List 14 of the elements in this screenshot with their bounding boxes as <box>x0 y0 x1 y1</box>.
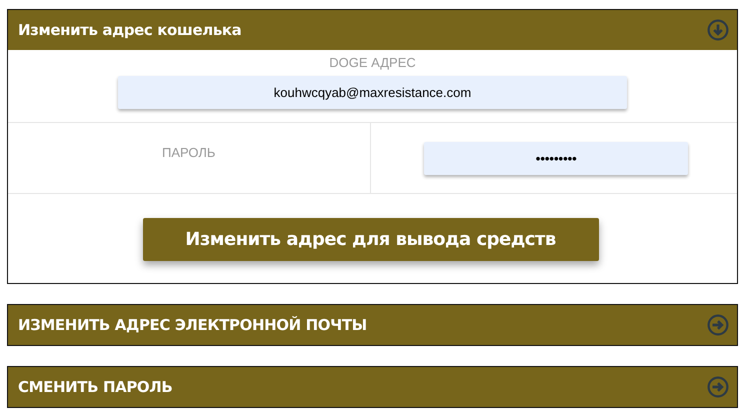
input-field[interactable]: kouhwcqyab@maxresistance.com <box>118 76 627 109</box>
password-field[interactable]: ••••••••• <box>424 142 688 174</box>
panel-header[interactable]: ИЗМЕНИТЬ АДРЕС ЭЛЕКТРОННОЙ ПОЧТЫ <box>8 305 737 345</box>
panel-header[interactable]: Изменить адрес кошелька <box>8 10 737 50</box>
field-label: DOGE АДРЕС <box>329 55 416 70</box>
panel-title: ИЗМЕНИТЬ АДРЕС ЭЛЕКТРОННОЙ ПОЧТЫ <box>18 316 367 334</box>
arrow-down-circle-icon[interactable] <box>707 19 729 41</box>
panel-title: Изменить адрес кошелька <box>18 21 242 39</box>
submit-button[interactable]: Изменить адрес для вывода средств <box>142 218 598 261</box>
arrow-right-circle-icon[interactable] <box>707 314 729 336</box>
arrow-right-circle-icon[interactable] <box>707 376 729 398</box>
panel-header[interactable]: СМЕНИТЬ ПАРОЛЬ <box>8 367 737 407</box>
panel-title: СМЕНИТЬ ПАРОЛЬ <box>18 378 172 396</box>
field-label: ПАРОЛЬ <box>162 144 216 160</box>
